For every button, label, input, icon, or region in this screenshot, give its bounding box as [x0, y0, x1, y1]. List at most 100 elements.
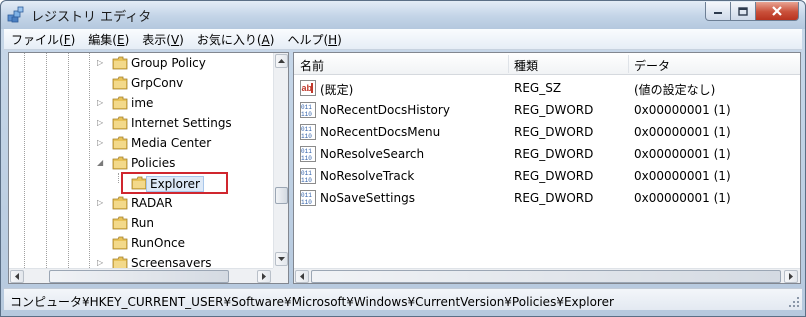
column-header-type[interactable]: 種類: [514, 57, 538, 74]
close-button[interactable]: [756, 2, 799, 21]
dword-value-icon: 011110: [300, 102, 316, 118]
value-row[interactable]: 011 110 NoRecentDocsMenu REG_DWORD 0x0000000…: [294, 121, 800, 143]
tree-expander-icon[interactable]: ▷: [97, 99, 105, 107]
menu-edit-label: 編集(: [88, 32, 117, 47]
value-row[interactable]: 011 110 NoResolveSearch REG_DWORD 0x00000001…: [294, 143, 800, 165]
tree-item-label: Group Policy: [131, 56, 206, 70]
arrow-left-icon: [300, 273, 304, 280]
string-value-icon: ab: [300, 80, 316, 96]
menu-help-end: ): [337, 32, 342, 47]
tree-item-label: RADAR: [131, 196, 173, 210]
tree-item-label: Internet Settings: [131, 116, 232, 130]
tree-item[interactable]: GrpConv: [9, 73, 273, 93]
list-header: 名前 種類 データ: [294, 53, 800, 75]
tree-item[interactable]: ▷ Screensavers: [9, 253, 273, 268]
menu-favorites[interactable]: お気に入り(A): [190, 31, 281, 48]
tree-scroll-down-button[interactable]: [275, 252, 288, 266]
maximize-button[interactable]: [731, 2, 756, 21]
tree-item[interactable]: ▷ Internet Settings: [9, 113, 273, 133]
list-scroll-right-button[interactable]: [784, 270, 798, 283]
svg-text:011: 011: [301, 148, 312, 155]
menu-favorites-key: A: [261, 32, 270, 47]
list-horizontal-scrollbar[interactable]: [294, 268, 800, 283]
column-header-name[interactable]: 名前: [300, 57, 324, 74]
menu-edit[interactable]: 編集(E): [81, 31, 135, 48]
menu-view-key: V: [170, 32, 180, 47]
svg-text:110: 110: [301, 133, 312, 140]
tree-item-label: Run: [131, 216, 155, 230]
status-key-path: コンピュータ¥HKEY_CURRENT_USER¥Software¥Micros…: [10, 295, 614, 309]
column-separator[interactable]: [628, 55, 629, 73]
menu-help[interactable]: ヘルプ(H): [280, 31, 347, 48]
tree-expander-icon[interactable]: ▷: [97, 259, 105, 267]
arrow-right-icon: [262, 273, 266, 280]
tree-hscroll-thumb[interactable]: [49, 270, 229, 283]
tree-scroll-right-button[interactable]: [257, 270, 271, 283]
tree-item-label: RunOnce: [131, 236, 186, 250]
close-icon: [772, 6, 782, 16]
value-row[interactable]: 011 110 NoSaveSettings REG_DWORD 0x00000001 …: [294, 187, 800, 209]
tree-item[interactable]: ▷ RADAR: [9, 193, 273, 213]
svg-text:011: 011: [301, 170, 312, 177]
menu-view[interactable]: 表示(V): [135, 31, 190, 48]
svg-text:ab: ab: [302, 83, 313, 93]
value-row[interactable]: 011 110 NoRecentDocsHistory REG_DWORD 0x0000…: [294, 99, 800, 121]
tree-expander-icon[interactable]: ▷: [97, 139, 105, 147]
value-list-pane[interactable]: 名前 種類 データ ab (既定) REG_SZ (値の設定なし) 011 110 NoRe…: [293, 52, 801, 284]
tree-item-label: GrpConv: [131, 76, 184, 90]
registry-editor-window: レジストリ エディタ ファイル(F) 編集(E) 表示(V) お気に入り(A) …: [0, 0, 806, 317]
svg-text:011: 011: [301, 192, 312, 199]
tree-item-label: ime: [131, 96, 154, 110]
column-header-data[interactable]: データ: [634, 57, 670, 74]
key-tree-pane[interactable]: ▷ Group Policy GrpConv ▷ ime ▷ Internet Settin…: [8, 52, 289, 284]
folder-icon: [112, 136, 128, 150]
tree-item[interactable]: ▷ ime: [9, 93, 273, 113]
list-scroll-left-button[interactable]: [295, 270, 309, 283]
value-data: 0x00000001 (1): [634, 147, 731, 161]
arrow-left-icon: [15, 273, 19, 280]
window-controls: [705, 2, 799, 21]
tree-scroll-thumb[interactable]: [275, 187, 288, 204]
status-bar: コンピュータ¥HKEY_CURRENT_USER¥Software¥Micros…: [4, 288, 802, 310]
tree-scroll-up-button[interactable]: [275, 54, 288, 68]
dword-value-icon: 011110: [300, 190, 316, 206]
window-title: レジストリ エディタ: [31, 10, 152, 25]
value-name: NoRecentDocsMenu: [320, 125, 441, 139]
value-data: 0x00000001 (1): [634, 103, 731, 117]
tree-item[interactable]: ◢ Policies: [9, 153, 273, 173]
tree-vertical-scrollbar[interactable]: [273, 53, 288, 268]
tree-item-label: Policies: [131, 156, 176, 170]
value-row[interactable]: ab (既定) REG_SZ (値の設定なし): [294, 77, 800, 99]
tree-horizontal-scrollbar[interactable]: [9, 268, 273, 283]
tree-item[interactable]: RunOnce: [9, 233, 273, 253]
menu-edit-end: ): [124, 32, 130, 47]
tree-item[interactable]: ▷ Group Policy: [9, 53, 273, 73]
tree-expander-icon[interactable]: ◢: [97, 159, 105, 167]
tree-scroll-left-button[interactable]: [10, 270, 24, 283]
value-type: REG_DWORD: [514, 125, 594, 139]
tree-expander-icon[interactable]: ▷: [97, 59, 105, 67]
selected-key-highlight: [121, 172, 228, 194]
arrow-down-icon: [278, 257, 285, 261]
menu-file-label: ファイル(: [11, 32, 64, 47]
menu-file-end: ): [70, 32, 76, 47]
tree-expander-icon[interactable]: ▷: [97, 199, 105, 207]
menu-favorites-label: お気に入り(: [196, 32, 262, 47]
menu-view-end: ): [179, 32, 184, 47]
value-name: NoResolveSearch: [320, 147, 425, 161]
value-row[interactable]: 011 110 NoResolveTrack REG_DWORD 0x00000001 …: [294, 165, 800, 187]
tree-expander-icon[interactable]: ▷: [97, 119, 105, 127]
column-separator[interactable]: [508, 55, 509, 73]
menu-file[interactable]: ファイル(F): [4, 31, 81, 48]
list-hscroll-thumb[interactable]: [311, 270, 781, 283]
tree-item[interactable]: ▷ Media Center: [9, 133, 273, 153]
folder-icon: [112, 156, 128, 170]
value-data: 0x00000001 (1): [634, 125, 731, 139]
value-name: NoRecentDocsHistory: [320, 103, 450, 117]
minimize-button[interactable]: [705, 2, 731, 21]
resize-grip-icon[interactable]: [788, 296, 800, 308]
minimize-icon: [714, 12, 722, 14]
title-bar[interactable]: レジストリ エディタ: [1, 1, 805, 29]
tree-item[interactable]: Run: [9, 213, 273, 233]
value-data: 0x00000001 (1): [634, 191, 731, 205]
